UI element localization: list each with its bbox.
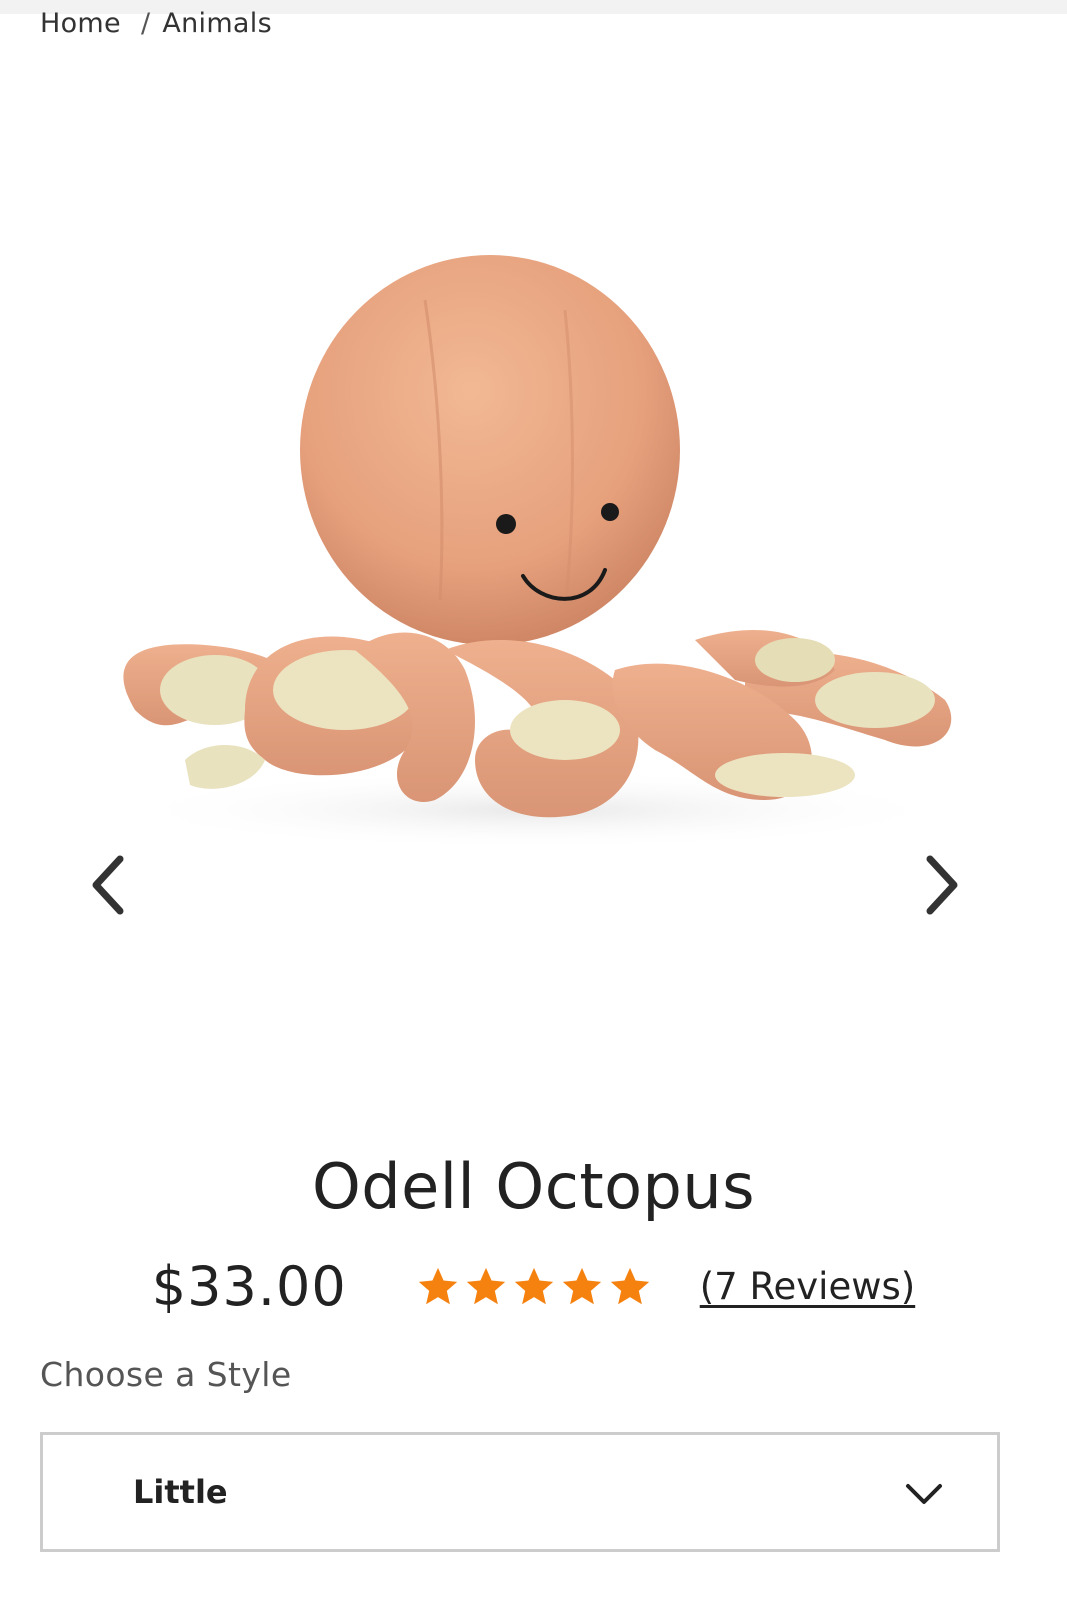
- star-icon: [418, 1267, 457, 1304]
- gallery-prev-button[interactable]: [78, 845, 138, 925]
- style-selector-label: Choose a Style: [40, 1355, 292, 1394]
- chevron-left-icon: [92, 855, 124, 915]
- star-icon: [610, 1267, 649, 1304]
- style-select-value: Little: [133, 1473, 228, 1511]
- star-icon: [562, 1267, 601, 1304]
- product-price: $33.00: [151, 1255, 347, 1318]
- product-page: Home / Animals Odell Octopus $33.00 (7 R…: [0, 0, 1067, 1600]
- breadcrumb-home-link[interactable]: Home: [40, 8, 121, 39]
- breadcrumb: Home / Animals: [40, 8, 272, 39]
- gallery-next-button[interactable]: [912, 845, 972, 925]
- star-rating: [415, 1264, 655, 1310]
- star-icon: [466, 1267, 505, 1304]
- style-select[interactable]: Little: [40, 1432, 1000, 1552]
- breadcrumb-separator: /: [140, 8, 151, 39]
- product-image: [115, 255, 955, 850]
- breadcrumb-animals-link[interactable]: Animals: [162, 8, 272, 39]
- chevron-down-icon: [906, 1484, 942, 1504]
- chevron-right-icon: [926, 855, 958, 915]
- reviews-link[interactable]: (7 Reviews): [700, 1265, 915, 1308]
- star-icon: [514, 1267, 553, 1304]
- product-title: Odell Octopus: [311, 1150, 756, 1223]
- price-rating-row: $33.00 (7 Reviews): [0, 1255, 1067, 1318]
